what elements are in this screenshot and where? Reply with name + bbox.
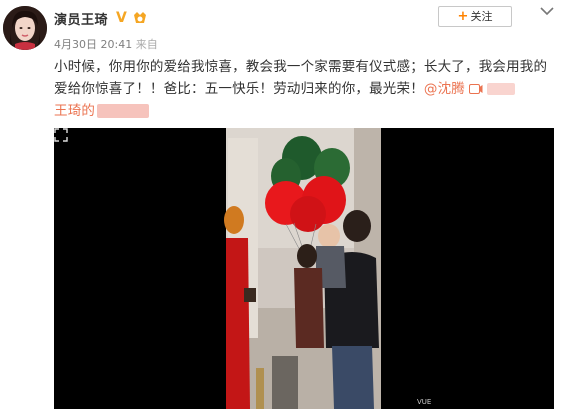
mention-link[interactable]: @沈腾 — [424, 81, 465, 97]
verified-v-icon: V — [116, 10, 127, 26]
username[interactable]: 演员王琦 — [54, 9, 108, 28]
post-date[interactable]: 4月30日 — [54, 38, 97, 51]
post-text: 小时候，你用你的爱给我惊喜，教会我一个家需要有仪式感；长大了，我会用我的爱给你惊… — [54, 56, 554, 122]
follow-label: 关注 — [470, 10, 493, 23]
post-meta: 4月30日 20:41 来自 — [54, 36, 158, 52]
expand-icon[interactable] — [54, 128, 68, 142]
follow-button[interactable]: + 关注 — [438, 6, 512, 27]
video-watermark: VUE — [417, 398, 432, 406]
chevron-down-icon[interactable] — [540, 6, 554, 16]
redacted-block — [487, 83, 516, 95]
plus-icon: + — [457, 9, 469, 24]
vip-badge-icon — [134, 12, 146, 23]
post-time[interactable]: 20:41 — [101, 38, 133, 51]
video-link-icon[interactable] — [469, 84, 483, 94]
post-source: 来自 — [135, 38, 158, 51]
avatar[interactable] — [3, 6, 47, 50]
redacted-block — [97, 104, 150, 118]
avatar-photo — [3, 6, 47, 50]
video-frame — [54, 128, 554, 409]
link-tail[interactable]: 王琦的 — [54, 103, 95, 119]
video-player[interactable]: VUE — [54, 128, 554, 409]
